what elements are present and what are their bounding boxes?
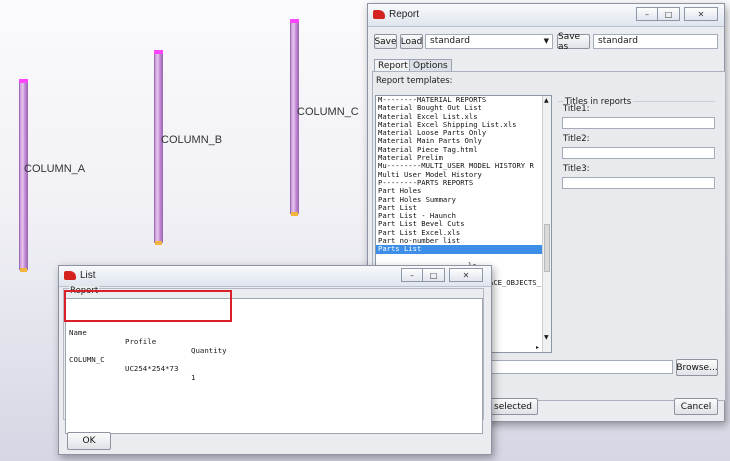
minimize-icon[interactable]: –	[401, 268, 423, 282]
list-titlebar[interactable]: List – □ ✕	[59, 266, 491, 287]
title3-field[interactable]	[562, 177, 715, 189]
title1-label: Title1:	[563, 104, 590, 114]
load-settings-value: standard	[430, 36, 470, 46]
list-window-title: List	[80, 270, 96, 281]
header-profile: Profile	[125, 337, 157, 346]
report-templates-label: Report templates:	[376, 76, 453, 86]
row-name: COLUMN_C	[69, 355, 105, 364]
load-settings-dropdown[interactable]: standard ▼	[425, 34, 553, 49]
report-data-row: COLUMN_C UC254*254*73 1	[69, 346, 482, 382]
create-from-selected-label: selected	[494, 401, 532, 412]
column-a-top-marker	[19, 79, 28, 83]
column-b-label: COLUMN_B	[161, 134, 223, 146]
column-c-base-marker	[291, 212, 298, 216]
highlight-box	[64, 290, 232, 322]
title3-label: Title3:	[563, 164, 590, 174]
title2-field[interactable]	[562, 147, 715, 159]
minimize-icon[interactable]: –	[636, 7, 658, 21]
maximize-icon[interactable]: □	[658, 7, 680, 21]
column-a[interactable]	[19, 79, 28, 272]
save-as-button[interactable]: Save as	[557, 32, 590, 52]
report-window-controls: – □ ✕	[636, 7, 718, 21]
template-item[interactable]	[376, 254, 551, 262]
column-b[interactable]	[154, 50, 163, 245]
row-profile: UC254*254*73	[125, 364, 179, 373]
title2-label: Title2:	[563, 134, 590, 144]
save-button[interactable]: Save	[374, 34, 397, 49]
report-window-title: Report	[389, 9, 420, 20]
chevron-down-icon: ▼	[543, 37, 549, 45]
output-file-field[interactable]	[488, 360, 673, 374]
cancel-button[interactable]: Cancel	[674, 398, 718, 415]
maximize-icon[interactable]: □	[423, 268, 445, 282]
column-a-base-marker	[20, 268, 27, 272]
close-icon[interactable]: ✕	[684, 7, 718, 21]
scroll-right-icon[interactable]: ▸	[536, 344, 539, 351]
scroll-up-icon[interactable]: ▲	[544, 97, 549, 104]
templates-scrollbar[interactable]: ▲ ▼	[542, 96, 551, 352]
column-c[interactable]	[290, 19, 299, 216]
load-button[interactable]: Load	[400, 34, 423, 49]
browse-button[interactable]: Browse...	[676, 359, 718, 376]
header-name: Name	[69, 328, 87, 337]
title1-field[interactable]	[562, 117, 715, 129]
report-titlebar[interactable]: Report – □ ✕	[368, 4, 724, 27]
row-quantity: 1	[191, 373, 196, 382]
column-b-top-marker	[154, 50, 163, 54]
column-a-label: COLUMN_A	[24, 163, 86, 175]
column-c-label: COLUMN_C	[297, 106, 359, 118]
scroll-thumb[interactable]	[544, 224, 550, 272]
app-icon	[373, 10, 385, 19]
list-window-controls: – □ ✕	[401, 268, 483, 282]
app-icon	[64, 271, 76, 280]
save-as-field[interactable]: standard	[593, 34, 718, 49]
column-c-top-marker	[290, 19, 299, 23]
ok-button[interactable]: OK	[67, 432, 111, 450]
close-icon[interactable]: ✕	[449, 268, 483, 282]
column-b-base-marker	[155, 241, 162, 245]
template-item[interactable]: Parts List	[376, 245, 551, 254]
scroll-down-icon[interactable]: ▼	[544, 334, 549, 341]
titles-group: Titles in reports	[558, 97, 715, 302]
